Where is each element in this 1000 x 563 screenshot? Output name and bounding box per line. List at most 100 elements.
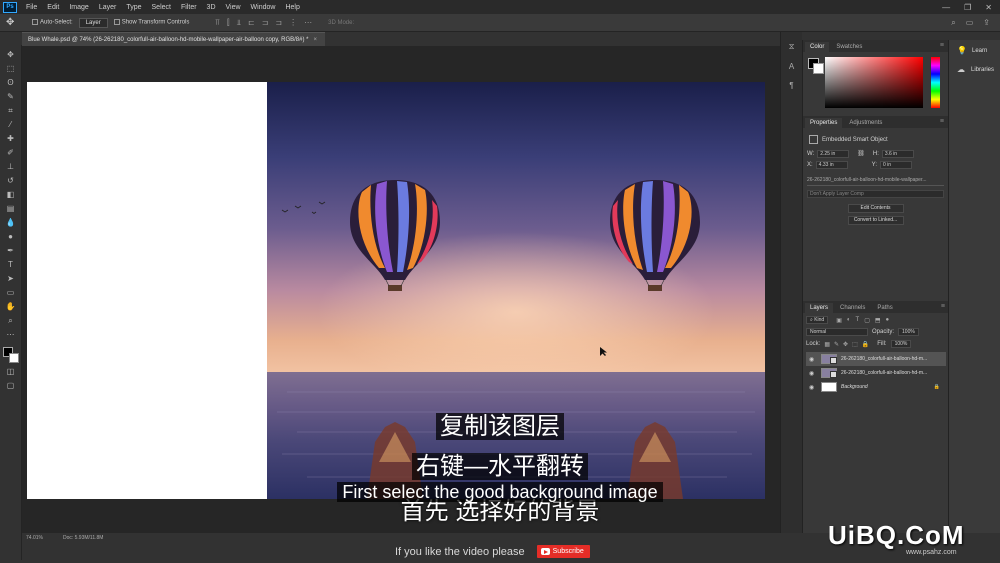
edit-contents-button[interactable]: Edit Contents: [847, 204, 904, 213]
convert-to-linked-button[interactable]: Convert to Linked...: [847, 216, 904, 225]
share-icon[interactable]: ⇪: [983, 18, 990, 28]
history-brush-tool-icon[interactable]: ↺: [4, 175, 18, 186]
auto-select-checkbox[interactable]: Auto-Select:: [32, 19, 73, 26]
layer-row[interactable]: ◉ 26-262180_colorfull-air-balloon-hd-m..…: [806, 366, 946, 380]
color-swatches[interactable]: [2, 347, 19, 363]
character-icon[interactable]: A: [789, 62, 794, 71]
layer-comp-dropdown[interactable]: Don't Apply Layer Comp: [807, 190, 944, 198]
menu-layer[interactable]: Layer: [94, 4, 122, 11]
lasso-tool-icon[interactable]: ʘ: [4, 77, 18, 88]
gradient-tool-icon[interactable]: ▤: [4, 203, 18, 214]
history-icon[interactable]: ⧖: [789, 42, 795, 52]
tab-paths[interactable]: Paths: [872, 303, 897, 313]
search-icon[interactable]: ⌕: [951, 18, 955, 28]
width-input[interactable]: 2.25 in: [817, 150, 850, 158]
y-input[interactable]: 0 in: [880, 161, 913, 169]
eyedropper-tool-icon[interactable]: ⁄: [4, 119, 18, 130]
document-info[interactable]: Doc: 5.93M/11.8M: [63, 535, 103, 541]
auto-select-target-dropdown[interactable]: Layer: [78, 17, 108, 28]
lock-artboard-icon[interactable]: ⬚: [852, 341, 858, 348]
move-tool-icon[interactable]: ✥: [6, 17, 26, 28]
zoom-tool-icon[interactable]: ⌕: [4, 315, 18, 326]
layer-name[interactable]: 26-262180_colorfull-air-balloon-hd-m...: [841, 356, 927, 362]
fill-input[interactable]: 100%: [890, 340, 912, 348]
align-bottom-icon[interactable]: ⫫: [237, 18, 242, 28]
clone-stamp-tool-icon[interactable]: ⊥: [4, 161, 18, 172]
menu-help[interactable]: Help: [280, 4, 304, 11]
background-color-swatch[interactable]: [8, 353, 19, 363]
lock-transparent-icon[interactable]: ▦: [824, 341, 830, 348]
menu-3d[interactable]: 3D: [202, 4, 221, 11]
type-filter-icon[interactable]: T: [856, 317, 860, 324]
layer-row[interactable]: ◉ 26-262180_colorfull-air-balloon-hd-m..…: [806, 352, 946, 366]
menu-image[interactable]: Image: [64, 4, 93, 11]
tab-adjustments[interactable]: Adjustments: [844, 118, 887, 128]
shape-tool-icon[interactable]: ▭: [4, 287, 18, 298]
align-top-icon[interactable]: ⫪: [215, 18, 220, 28]
restore-icon[interactable]: ❐: [964, 3, 971, 12]
healing-tool-icon[interactable]: ✚: [4, 133, 18, 144]
kind-filter-dropdown[interactable]: ⌕ Kind: [806, 316, 829, 324]
align-right-icon[interactable]: ⊐: [275, 18, 282, 28]
paragraph-icon[interactable]: ¶: [789, 81, 793, 90]
subscribe-button[interactable]: Subscribe: [536, 545, 590, 558]
eye-icon[interactable]: ◉: [809, 384, 817, 391]
blur-tool-icon[interactable]: 💧: [4, 217, 18, 228]
lock-pixels-icon[interactable]: ✎: [834, 341, 839, 348]
more-tools-icon[interactable]: ⋯: [4, 329, 18, 340]
link-icon[interactable]: ⛓: [857, 150, 865, 158]
menu-window[interactable]: Window: [246, 4, 281, 11]
lock-all-icon[interactable]: 🔒: [862, 341, 869, 348]
hand-tool-icon[interactable]: ✋: [4, 301, 18, 312]
tab-color[interactable]: Color: [805, 42, 830, 52]
filter-toggle-icon[interactable]: ●: [886, 317, 890, 324]
adjustment-filter-icon[interactable]: ◐: [847, 317, 851, 324]
dodge-tool-icon[interactable]: ●: [4, 231, 18, 242]
quick-mask-icon[interactable]: ◫: [4, 366, 18, 377]
layer-name[interactable]: 26-262180_colorfull-air-balloon-hd-m...: [841, 370, 927, 376]
blend-mode-dropdown[interactable]: Normal: [806, 328, 868, 336]
tab-layers[interactable]: Layers: [805, 303, 834, 313]
path-select-tool-icon[interactable]: ➤: [4, 273, 18, 284]
menu-view[interactable]: View: [221, 4, 246, 11]
close-icon[interactable]: ✕: [985, 3, 992, 12]
menu-file[interactable]: File: [21, 4, 42, 11]
quick-select-tool-icon[interactable]: ✎: [4, 91, 18, 102]
screen-mode-icon[interactable]: ▢: [4, 380, 18, 391]
brush-tool-icon[interactable]: ✐: [4, 147, 18, 158]
distribute-h-icon[interactable]: ⋯: [304, 18, 312, 28]
opacity-input[interactable]: 100%: [898, 328, 919, 336]
tab-properties[interactable]: Properties: [805, 118, 843, 128]
pen-tool-icon[interactable]: ✒: [4, 245, 18, 256]
document-tab[interactable]: Blue Whale.psd @ 74% (26-262180_colorful…: [22, 32, 325, 46]
lock-position-icon[interactable]: ✥: [843, 341, 848, 348]
layer-name[interactable]: Background: [841, 384, 868, 390]
eye-icon[interactable]: ◉: [809, 370, 817, 377]
tab-channels[interactable]: Channels: [835, 303, 870, 313]
align-center-icon[interactable]: ⊐: [262, 18, 269, 28]
close-tab-icon[interactable]: ×: [313, 37, 317, 43]
move-tool-icon[interactable]: ✥: [4, 49, 18, 60]
eye-icon[interactable]: ◉: [809, 356, 817, 363]
tab-swatches[interactable]: Swatches: [831, 42, 867, 52]
panel-menu-icon[interactable]: ≡: [941, 303, 945, 310]
transform-controls-checkbox[interactable]: Show Transform Controls: [113, 19, 189, 26]
menu-select[interactable]: Select: [147, 4, 176, 11]
menu-edit[interactable]: Edit: [42, 4, 64, 11]
workspace-icon[interactable]: ▭: [966, 18, 974, 28]
shape-filter-icon[interactable]: ▢: [864, 317, 870, 324]
distribute-icon[interactable]: ⋮: [289, 18, 297, 28]
type-tool-icon[interactable]: T: [4, 259, 18, 270]
align-left-icon[interactable]: ⊏: [248, 18, 255, 28]
libraries-item[interactable]: ☁ Libraries: [949, 59, 1000, 78]
marquee-tool-icon[interactable]: ⬚: [4, 63, 18, 74]
menu-type[interactable]: Type: [121, 4, 146, 11]
smart-object-filter-icon[interactable]: ⬒: [875, 317, 881, 324]
eraser-tool-icon[interactable]: ◧: [4, 189, 18, 200]
color-picker-field[interactable]: [825, 57, 923, 108]
layer-row[interactable]: ◉ Background 🔒: [806, 380, 946, 394]
panel-menu-icon[interactable]: ≡: [940, 42, 944, 49]
pixel-filter-icon[interactable]: ▣: [836, 317, 842, 324]
x-input[interactable]: 4.33 in: [815, 161, 848, 169]
learn-item[interactable]: 💡 Learn: [949, 40, 1000, 59]
